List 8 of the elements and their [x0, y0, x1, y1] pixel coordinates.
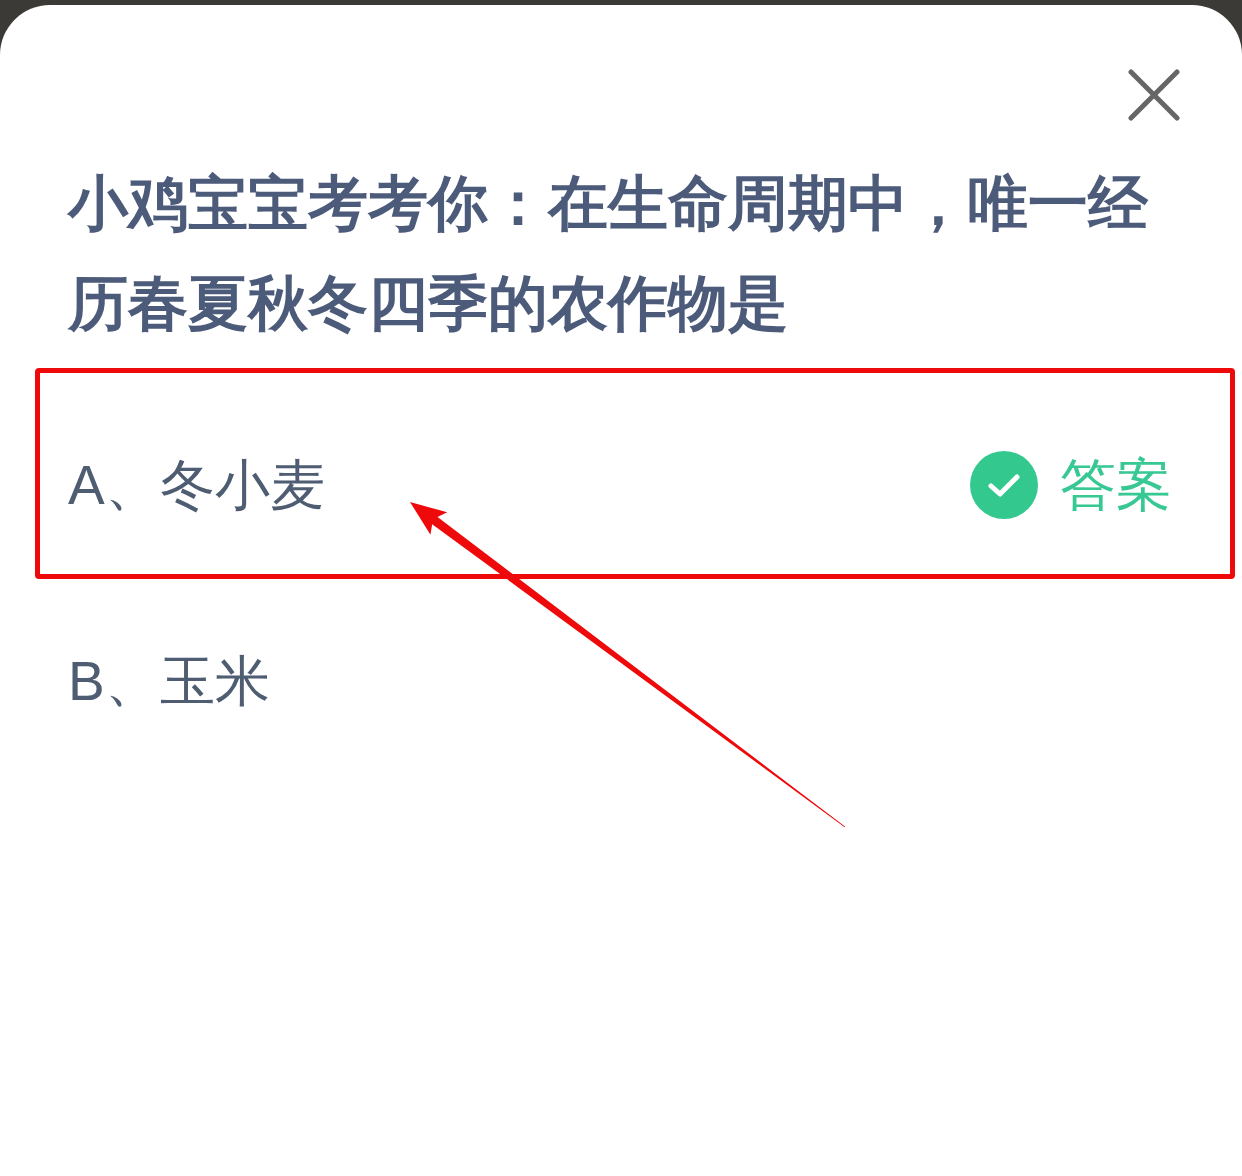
- answer-option[interactable]: B、玉米: [0, 583, 1242, 779]
- close-icon: [1128, 69, 1180, 121]
- answer-label: 答案: [1060, 452, 1172, 519]
- option-text: B、玉米: [68, 649, 270, 714]
- question-text: 小鸡宝宝考考你：在生命周期中，唯一经历春夏秋冬四季的农作物是: [68, 169, 1149, 339]
- close-button[interactable]: [1128, 69, 1180, 121]
- answer-option[interactable]: A、冬小麦 答案: [0, 387, 1242, 583]
- option-text: A、冬小麦: [68, 453, 325, 518]
